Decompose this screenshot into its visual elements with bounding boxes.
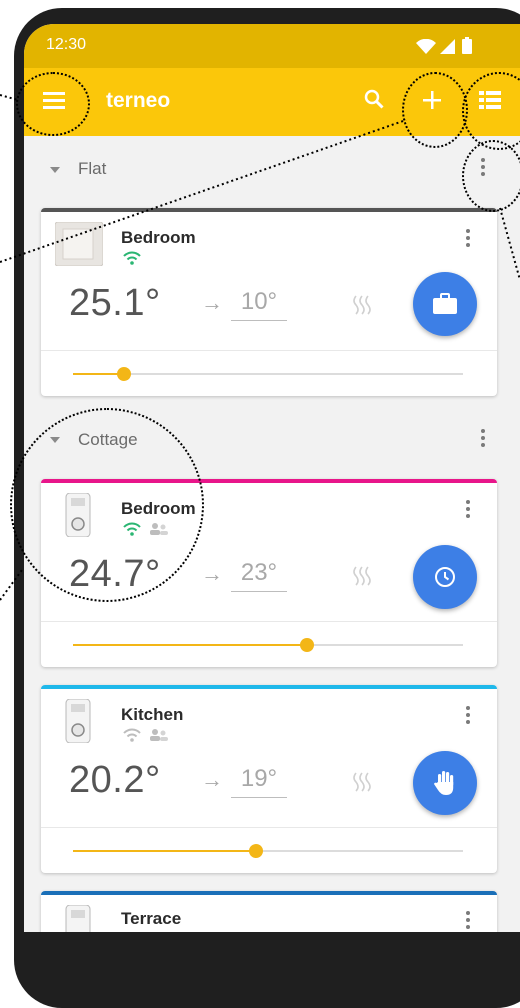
slider-fill [73,644,307,646]
app-title: terneo [106,89,171,112]
collapse-caret-icon[interactable] [50,167,60,173]
users-icon [150,729,168,741]
section-cottage-more-icon[interactable] [481,429,485,450]
wifi-status-icon [416,39,436,54]
device-more-icon[interactable] [466,500,470,521]
mode-button[interactable] [413,751,477,815]
card-accent-bar [41,891,497,895]
wifi-icon [123,728,141,742]
search-icon[interactable] [364,89,384,109]
card-divider [41,350,497,351]
mode-button[interactable] [413,545,477,609]
target-temperature[interactable]: 10° [231,288,287,321]
device-name: Bedroom [121,228,196,247]
temperature-slider[interactable] [73,367,463,381]
device-name: Kitchen [121,705,184,724]
slider-thumb[interactable] [116,367,131,381]
current-temperature: 20.2° [69,759,161,801]
card-accent-bar [41,208,497,212]
briefcase-icon [433,293,457,314]
thermostat-device-icon [65,905,91,932]
card-accent-bar [41,685,497,689]
device-card-cottage-terrace[interactable]: Terrace [41,891,497,932]
device-name: Terrace [121,909,182,928]
current-temperature: 25.1° [69,282,161,324]
device-more-icon[interactable] [466,229,470,250]
thermostat-panel-icon [55,222,103,266]
heating-icon [353,566,371,586]
slider-thumb[interactable] [300,638,314,652]
slider-thumb[interactable] [249,844,264,858]
heating-icon [353,295,371,315]
signal-icon [440,39,455,54]
hand-icon [434,771,454,795]
arrow-right-icon: → [201,767,223,792]
arrow-right-icon: → [201,290,223,315]
device-card-flat-bedroom[interactable]: Bedroom 25.1° → 10° [41,208,497,396]
temperature-slider[interactable] [73,638,463,652]
status-time: 12:30 [46,36,87,53]
slider-fill [73,850,257,852]
target-temperature[interactable]: 23° [231,559,287,592]
highlight-menu-circle [16,72,90,136]
highlight-device-circle [10,408,204,602]
card-divider [41,621,497,622]
heating-icon [353,772,371,792]
device-card-cottage-kitchen[interactable]: Kitchen 20.2° → 19° [41,685,497,873]
temperature-slider[interactable] [73,844,463,858]
highlight-section-menu-circle [462,140,520,212]
device-more-icon[interactable] [466,706,470,727]
section-title-flat: Flat [78,159,107,178]
status-bar: 12:30 [24,24,520,68]
wifi-icon [123,251,141,265]
battery-icon [462,37,472,54]
mode-button[interactable] [413,272,477,336]
arrow-right-icon: → [201,561,223,586]
card-divider [41,827,497,828]
target-temperature[interactable]: 19° [231,765,287,798]
thermostat-device-icon [65,699,91,743]
clock-icon [435,567,455,587]
device-more-icon[interactable] [466,911,470,932]
highlight-add-circle [402,72,468,148]
